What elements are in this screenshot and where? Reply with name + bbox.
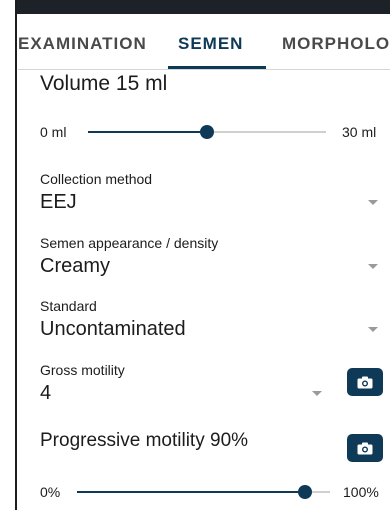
window-edge (15, 0, 17, 510)
volume-slider-thumb[interactable] (200, 125, 214, 139)
progressive-motility-title: Progressive motility 90% (40, 430, 248, 452)
chevron-down-icon[interactable] (368, 264, 378, 269)
standard-value: Uncontaminated (40, 318, 186, 340)
appearance-label: Semen appearance / density (40, 235, 219, 251)
tab-bar: EXAMINATION SEMEN MORPHOLOG (18, 14, 390, 70)
volume-title: Volume 15 ml (40, 72, 167, 96)
tab-morphology[interactable]: MORPHOLOG (282, 34, 390, 54)
progressive-motility-value: 90% (210, 430, 249, 451)
camera-icon (357, 442, 373, 454)
progressive-motility-camera-button[interactable] (347, 434, 383, 462)
camera-icon (357, 376, 373, 388)
collection-method-value: EEJ (40, 191, 77, 213)
progressive-motility-label: Progressive motility (40, 430, 205, 451)
progressive-motility-slider-fill (77, 491, 305, 493)
progressive-motility-min-label: 0% (40, 484, 61, 500)
chevron-down-icon[interactable] (368, 327, 378, 332)
collection-method-label: Collection method (40, 171, 153, 187)
chevron-down-icon[interactable] (312, 391, 322, 396)
tabs-divider (18, 69, 390, 70)
chevron-down-icon[interactable] (368, 200, 378, 205)
volume-label: Volume (40, 72, 111, 95)
appearance-value: Creamy (40, 255, 111, 277)
gross-motility-label: Gross motility (40, 362, 125, 378)
gross-motility-value: 4 (40, 382, 52, 404)
volume-value: 15 ml (115, 72, 168, 95)
volume-slider-fill (88, 131, 207, 133)
volume-min-label: 0 ml (40, 124, 67, 140)
progressive-motility-slider-thumb[interactable] (297, 485, 312, 499)
progressive-motility-max-label: 100% (343, 484, 379, 500)
gross-motility-camera-button[interactable] (347, 368, 383, 396)
tab-semen[interactable]: SEMEN (178, 34, 243, 54)
standard-label: Standard (40, 298, 97, 314)
tab-examination[interactable]: EXAMINATION (18, 34, 147, 54)
status-bar (16, 0, 390, 14)
volume-max-label: 30 ml (342, 124, 377, 140)
